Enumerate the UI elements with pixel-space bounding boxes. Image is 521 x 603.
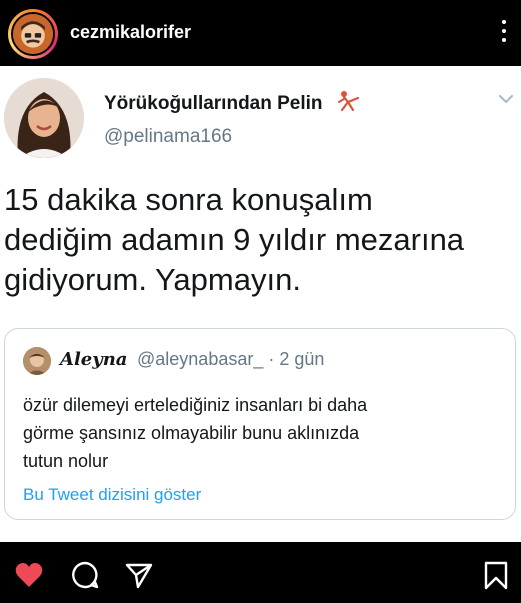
dancer-emoji-icon xyxy=(336,90,360,118)
tweet-author-name[interactable]: Yörükoğullarından Pelin xyxy=(104,90,360,118)
quoted-tweet[interactable]: Aleyna @aleynabasar_ · 2 gün özür dileme… xyxy=(4,328,516,520)
quoted-text-line: tutun nolur xyxy=(23,451,109,471)
tweet-author-handle[interactable]: @pelinama166 xyxy=(104,126,232,148)
tweet-author-name-text[interactable]: Yörükoğullarından Pelin xyxy=(104,93,323,114)
tweet-text-line: 15 dakika sonra konuşalım xyxy=(4,182,373,217)
show-thread-link[interactable]: Bu Tweet dizisini göster xyxy=(23,485,201,505)
tweet-author-avatar[interactable] xyxy=(4,78,84,158)
tweet-text: 15 dakika sonra konuşalım dediğim adamın… xyxy=(4,180,516,300)
chevron-down-icon[interactable] xyxy=(497,90,515,108)
comment-icon[interactable] xyxy=(70,560,100,590)
tweet-card: Yörükoğullarından Pelin @pelinama166 15 … xyxy=(0,66,521,542)
heart-icon[interactable] xyxy=(14,560,44,590)
instagram-post-header: cezmikalorifer xyxy=(0,0,521,66)
post-action-bar xyxy=(0,542,521,603)
more-icon[interactable] xyxy=(501,20,507,46)
tweet-text-line: dediğim adamın 9 yıldır mezarına xyxy=(4,222,465,257)
quoted-text-line: görme şansınız olmayabilir bunu aklınızd… xyxy=(23,423,360,443)
quoted-tweet-text: özür dilemeyi ertelediğiniz insanları bi… xyxy=(23,391,503,475)
quoted-author-name[interactable]: Aleyna xyxy=(60,349,127,370)
share-icon[interactable] xyxy=(124,560,154,590)
post-username[interactable]: cezmikalorifer xyxy=(70,22,191,43)
quoted-text-line: özür dilemeyi ertelediğiniz insanları bi… xyxy=(23,395,368,415)
story-ring[interactable] xyxy=(8,9,58,59)
avatar[interactable] xyxy=(11,12,55,56)
bookmark-icon[interactable] xyxy=(481,560,511,590)
quoted-author-avatar[interactable] xyxy=(23,347,51,375)
tweet-text-line: gidiyorum. Yapmayın. xyxy=(4,262,301,297)
quoted-author-meta: @aleynabasar_ · 2 gün xyxy=(137,349,325,369)
